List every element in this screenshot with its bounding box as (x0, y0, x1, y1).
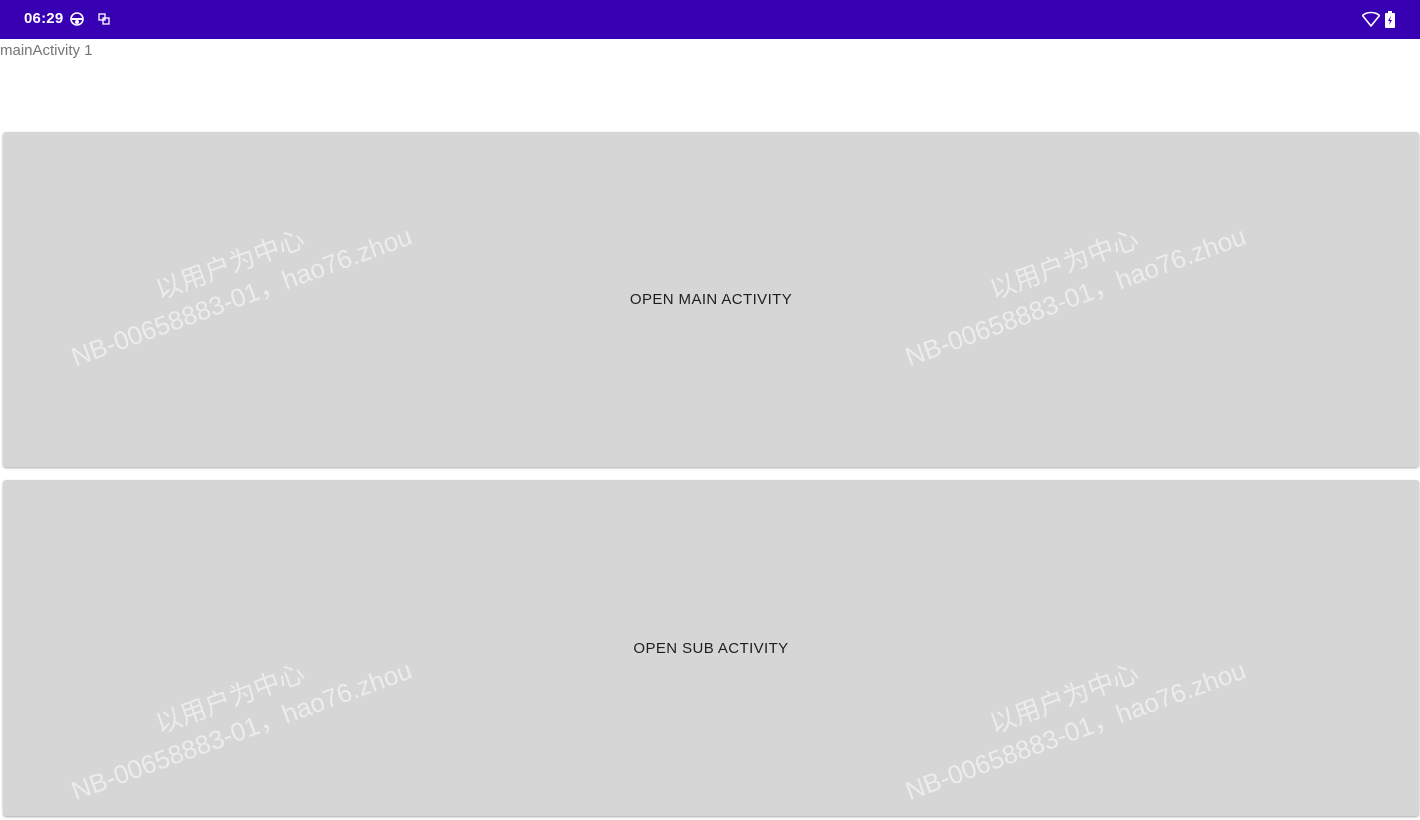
sync-icon (98, 13, 110, 25)
open-main-activity-label: OPEN MAIN ACTIVITY (629, 291, 793, 308)
watermark: 以用户为中心 NB-00658883-01，hao76.zhou (901, 654, 1250, 807)
battery-icon (1385, 11, 1395, 28)
activity-label: mainActivity 1 (0, 42, 93, 59)
watermark: 以用户为中心 NB-00658883-01，hao76.zhou (67, 654, 416, 807)
status-time: 06:29 (24, 10, 64, 27)
open-sub-activity-label: OPEN SUB ACTIVITY (633, 639, 789, 657)
watermark: 以用户为中心 NB-00658883-01，hao76.zhou (67, 220, 416, 373)
status-bar: 06:29 (0, 0, 1420, 39)
wifi-icon (1362, 11, 1380, 27)
notification-icon (70, 12, 84, 26)
watermark: 以用户为中心 NB-00658883-01，hao76.zhou (901, 220, 1250, 373)
open-sub-activity-button[interactable]: 以用户为中心 NB-00658883-01，hao76.zhou 以用户为中心 … (3, 480, 1419, 816)
open-main-activity-button[interactable]: 以用户为中心 NB-00658883-01，hao76.zhou 以用户为中心 … (3, 132, 1419, 467)
